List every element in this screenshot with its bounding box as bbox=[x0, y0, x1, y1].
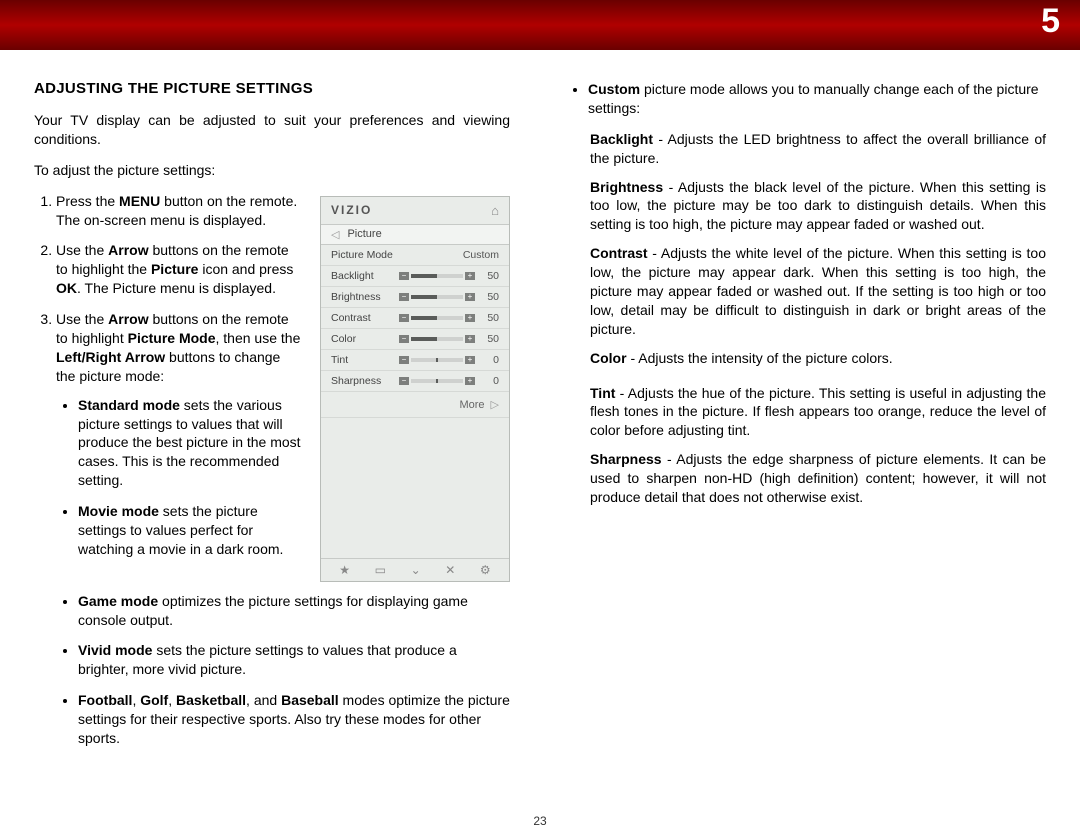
minus-icon: − bbox=[399, 377, 409, 385]
minus-icon: − bbox=[399, 356, 409, 364]
chapter-header-bar: 5 bbox=[0, 0, 1080, 50]
def-contrast: Contrast - Adjusts the white level of th… bbox=[590, 244, 1046, 338]
star-icon: ★ bbox=[339, 563, 350, 577]
chevron-down-icon: ⌄ bbox=[411, 563, 421, 577]
osd-breadcrumb: ◁ Picture bbox=[321, 224, 509, 245]
osd-screenshot: VIZIO ⌂ ◁ Picture Picture Mode Custom Ba… bbox=[320, 196, 510, 582]
osd-more-row: More▷ bbox=[321, 392, 509, 418]
osd-row-backlight: Backlight −+ 50 bbox=[321, 266, 509, 287]
mode-custom: Custom picture mode allows you to manual… bbox=[588, 80, 1046, 118]
home-icon: ⌂ bbox=[491, 203, 499, 218]
back-icon: ◁ bbox=[331, 228, 339, 241]
osd-row-sharpness: Sharpness −+ 0 bbox=[321, 371, 509, 392]
mode-game: Game mode optimizes the picture settings… bbox=[78, 592, 510, 630]
mode-vivid: Vivid mode sets the picture settings to … bbox=[78, 641, 510, 679]
intro-paragraph: Your TV display can be adjusted to suit … bbox=[34, 111, 510, 149]
gear-icon: ⚙ bbox=[480, 563, 491, 577]
right-column: Custom picture mode allows you to manual… bbox=[570, 80, 1046, 760]
plus-icon: + bbox=[465, 293, 475, 301]
custom-definitions: Backlight - Adjusts the LED brightness t… bbox=[570, 130, 1046, 507]
chapter-number: 5 bbox=[1041, 2, 1060, 41]
steps-lead: To adjust the picture settings: bbox=[34, 161, 510, 180]
osd-row-picture-mode: Picture Mode Custom bbox=[321, 245, 509, 266]
osd-crumb-label: Picture bbox=[347, 228, 381, 240]
plus-icon: + bbox=[465, 272, 475, 280]
def-color: Color - Adjusts the intensity of the pic… bbox=[590, 349, 1046, 368]
plus-icon: + bbox=[465, 335, 475, 343]
def-sharpness: Sharpness - Adjusts the edge sharpness o… bbox=[590, 450, 1046, 507]
page-number: 23 bbox=[0, 814, 1080, 828]
mode-custom-list: Custom picture mode allows you to manual… bbox=[570, 80, 1046, 118]
minus-icon: − bbox=[399, 272, 409, 280]
page-body: ADJUSTING THE PICTURE SETTINGS Your TV d… bbox=[0, 50, 1080, 770]
wide-icon: ▭ bbox=[375, 563, 386, 577]
osd-row-brightness: Brightness −+ 50 bbox=[321, 287, 509, 308]
mode-sports: Football, Golf, Basketball, and Baseball… bbox=[78, 691, 510, 748]
osd-row-color: Color −+ 50 bbox=[321, 329, 509, 350]
step-3: Use the Arrow buttons on the remote to h… bbox=[56, 310, 302, 559]
minus-icon: − bbox=[399, 314, 409, 322]
def-tint: Tint - Adjusts the hue of the picture. T… bbox=[590, 384, 1046, 441]
step-2: Use the Arrow buttons on the remote to h… bbox=[56, 241, 302, 298]
osd-row-tint: Tint −+ 0 bbox=[321, 350, 509, 371]
def-backlight: Backlight - Adjusts the LED brightness t… bbox=[590, 130, 1046, 168]
osd-footer-icons: ★ ▭ ⌄ ✕ ⚙ bbox=[321, 558, 509, 581]
modes-continued: Game mode optimizes the picture settings… bbox=[34, 592, 510, 748]
steps-list: Press the MENU button on the remote. The… bbox=[34, 192, 302, 559]
mode-movie: Movie mode sets the picture settings to … bbox=[78, 502, 302, 559]
minus-icon: − bbox=[399, 335, 409, 343]
osd-rows: Picture Mode Custom Backlight −+ 50 Brig… bbox=[321, 245, 509, 392]
chevron-right-icon: ▷ bbox=[491, 399, 499, 411]
osd-row-contrast: Contrast −+ 50 bbox=[321, 308, 509, 329]
section-title: ADJUSTING THE PICTURE SETTINGS bbox=[34, 80, 510, 97]
mode-standard: Standard mode sets the various picture s… bbox=[78, 396, 302, 490]
osd-brand: VIZIO bbox=[331, 203, 372, 217]
plus-icon: + bbox=[465, 377, 475, 385]
left-column: ADJUSTING THE PICTURE SETTINGS Your TV d… bbox=[34, 80, 510, 760]
close-icon: ✕ bbox=[445, 563, 455, 577]
minus-icon: − bbox=[399, 293, 409, 301]
plus-icon: + bbox=[465, 356, 475, 364]
step-1: Press the MENU button on the remote. The… bbox=[56, 192, 302, 230]
plus-icon: + bbox=[465, 314, 475, 322]
def-brightness: Brightness - Adjusts the black level of … bbox=[590, 178, 1046, 235]
